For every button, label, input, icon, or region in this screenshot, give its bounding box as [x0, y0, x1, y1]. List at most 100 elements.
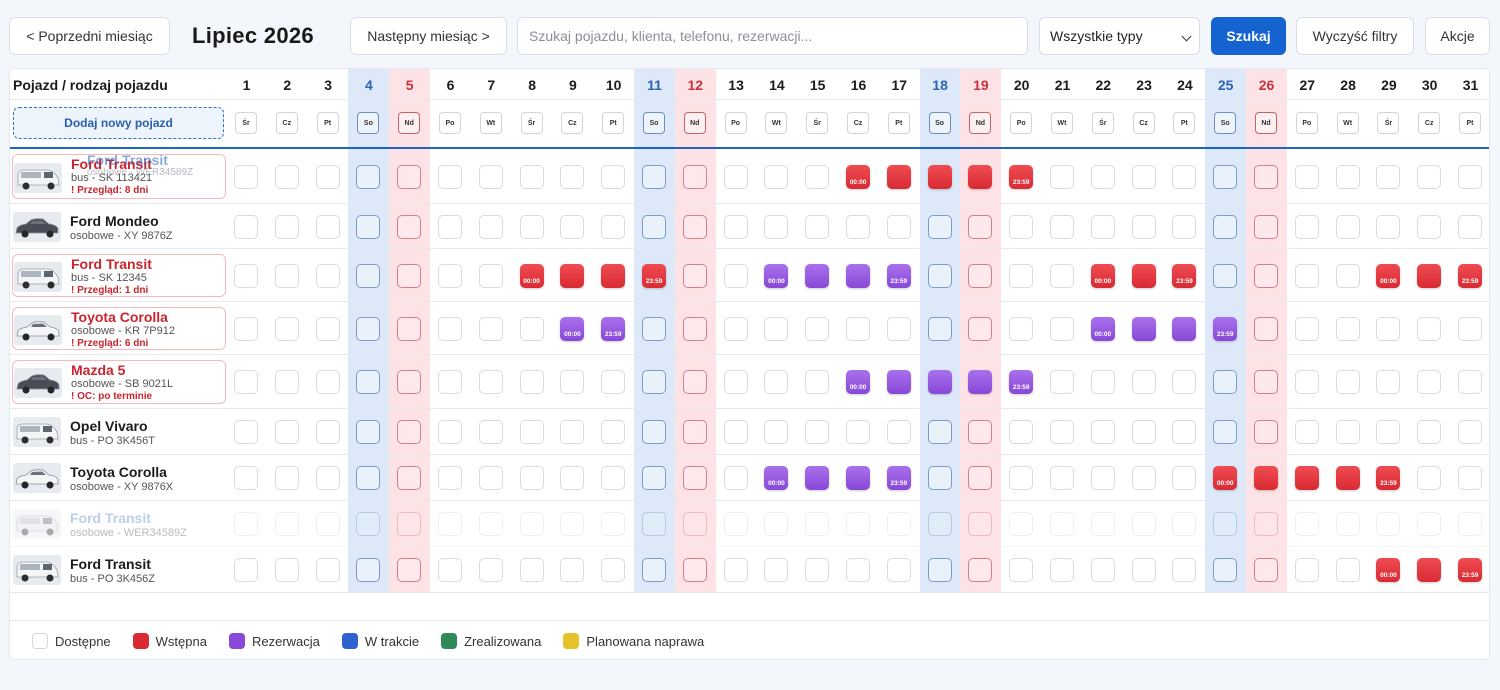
day-cell[interactable]: [1254, 512, 1278, 536]
booking-rezerwacja-cell[interactable]: [968, 370, 993, 394]
day-cell[interactable]: [601, 215, 626, 239]
booking-rezerwacja-cell[interactable]: 00:00: [846, 370, 870, 394]
vehicle-card[interactable]: Ford Transit bus - PO 3K456Z: [12, 552, 226, 588]
day-cell[interactable]: [478, 558, 503, 582]
day-cell[interactable]: [478, 165, 503, 189]
day-cell[interactable]: [805, 370, 830, 394]
day-cell[interactable]: [1254, 558, 1278, 582]
booking-wstepna-cell[interactable]: 00:00: [1213, 466, 1238, 490]
day-cell[interactable]: [1090, 165, 1115, 189]
day-cell[interactable]: [1172, 165, 1197, 189]
day-cell[interactable]: [886, 420, 911, 444]
day-cell[interactable]: [315, 215, 340, 239]
day-cell[interactable]: [805, 558, 830, 582]
day-cell[interactable]: [1050, 558, 1074, 582]
booking-wstepna-cell[interactable]: [927, 165, 952, 189]
day-cell[interactable]: [519, 215, 544, 239]
day-cell[interactable]: [1376, 512, 1401, 536]
day-cell[interactable]: [1458, 370, 1482, 394]
booking-rezerwacja-cell[interactable]: 00:00: [1090, 317, 1115, 341]
day-cell[interactable]: [356, 420, 381, 444]
day-cell[interactable]: [519, 165, 544, 189]
day-cell[interactable]: [601, 466, 626, 490]
day-cell[interactable]: [1254, 370, 1278, 394]
next-month-button[interactable]: Następny miesiąc >: [350, 17, 507, 55]
day-cell[interactable]: [968, 420, 993, 444]
booking-rezerwacja-cell[interactable]: 23:59: [1213, 317, 1238, 341]
day-cell[interactable]: [1213, 264, 1238, 288]
day-cell[interactable]: [438, 420, 462, 444]
booking-rezerwacja-cell[interactable]: 00:00: [764, 264, 789, 288]
day-cell[interactable]: [315, 370, 340, 394]
day-cell[interactable]: [601, 370, 626, 394]
day-cell[interactable]: [1213, 370, 1238, 394]
day-cell[interactable]: [846, 512, 870, 536]
booking-wstepna-cell[interactable]: 23:59: [642, 264, 666, 288]
day-cell[interactable]: [1050, 264, 1074, 288]
day-cell[interactable]: [805, 317, 830, 341]
day-cell[interactable]: [1172, 558, 1197, 582]
actions-button[interactable]: Akcje: [1425, 17, 1490, 55]
day-cell[interactable]: [1090, 466, 1115, 490]
day-cell[interactable]: [519, 420, 544, 444]
day-cell[interactable]: [1009, 466, 1034, 490]
booking-rezerwacja-cell[interactable]: [1172, 317, 1197, 341]
day-cell[interactable]: [438, 558, 462, 582]
vehicle-type-select[interactable]: Wszystkie typy: [1039, 17, 1200, 55]
day-cell[interactable]: [1417, 466, 1442, 490]
day-cell[interactable]: [968, 466, 993, 490]
add-vehicle-button[interactable]: Dodaj nowy pojazd: [13, 107, 224, 139]
day-cell[interactable]: [846, 420, 870, 444]
day-cell[interactable]: [274, 264, 299, 288]
vehicle-card[interactable]: Ford Transit bus - SK 113421! Przegląd: 8…: [12, 154, 226, 199]
day-cell[interactable]: [438, 317, 462, 341]
prev-month-button[interactable]: < Poprzedni miesiąc: [9, 17, 170, 55]
day-cell[interactable]: [927, 512, 952, 536]
day-cell[interactable]: [356, 466, 381, 490]
day-cell[interactable]: [642, 420, 666, 444]
day-cell[interactable]: [274, 466, 299, 490]
day-cell[interactable]: [886, 512, 911, 536]
booking-wstepna-cell[interactable]: 23:59: [1458, 264, 1482, 288]
day-cell[interactable]: [1009, 215, 1034, 239]
booking-wstepna-cell[interactable]: 00:00: [1376, 264, 1401, 288]
day-cell[interactable]: [560, 215, 585, 239]
booking-wstepna-cell[interactable]: [886, 165, 911, 189]
day-cell[interactable]: [438, 215, 462, 239]
day-cell[interactable]: [1050, 317, 1074, 341]
day-cell[interactable]: [1458, 317, 1482, 341]
day-cell[interactable]: [356, 264, 381, 288]
day-cell[interactable]: [356, 512, 381, 536]
day-cell[interactable]: [1213, 558, 1238, 582]
day-cell[interactable]: [1458, 165, 1482, 189]
booking-rezerwacja-cell[interactable]: 00:00: [560, 317, 585, 341]
day-cell[interactable]: [1417, 165, 1442, 189]
day-cell[interactable]: [805, 420, 830, 444]
day-cell[interactable]: [1294, 165, 1319, 189]
day-cell[interactable]: [560, 420, 585, 444]
day-cell[interactable]: [1090, 370, 1115, 394]
day-cell[interactable]: [1335, 370, 1360, 394]
booking-wstepna-cell[interactable]: [1131, 264, 1156, 288]
booking-rezerwacja-cell[interactable]: [805, 264, 830, 288]
search-button[interactable]: Szukaj: [1211, 17, 1286, 55]
day-cell[interactable]: [968, 264, 993, 288]
day-cell[interactable]: [601, 512, 626, 536]
day-cell[interactable]: [274, 165, 299, 189]
day-cell[interactable]: [723, 264, 748, 288]
day-cell[interactable]: [805, 512, 830, 536]
booking-wstepna-cell[interactable]: [968, 165, 993, 189]
booking-wstepna-cell[interactable]: [560, 264, 585, 288]
day-cell[interactable]: [397, 264, 422, 288]
day-cell[interactable]: [234, 317, 258, 341]
day-cell[interactable]: [1090, 512, 1115, 536]
day-cell[interactable]: [1050, 420, 1074, 444]
day-cell[interactable]: [1376, 420, 1401, 444]
day-cell[interactable]: [1172, 215, 1197, 239]
day-cell[interactable]: [356, 215, 381, 239]
day-cell[interactable]: [1417, 317, 1442, 341]
day-cell[interactable]: [927, 264, 952, 288]
clear-filters-button[interactable]: Wyczyść filtry: [1296, 17, 1414, 55]
day-cell[interactable]: [1050, 370, 1074, 394]
day-cell[interactable]: [1009, 317, 1034, 341]
